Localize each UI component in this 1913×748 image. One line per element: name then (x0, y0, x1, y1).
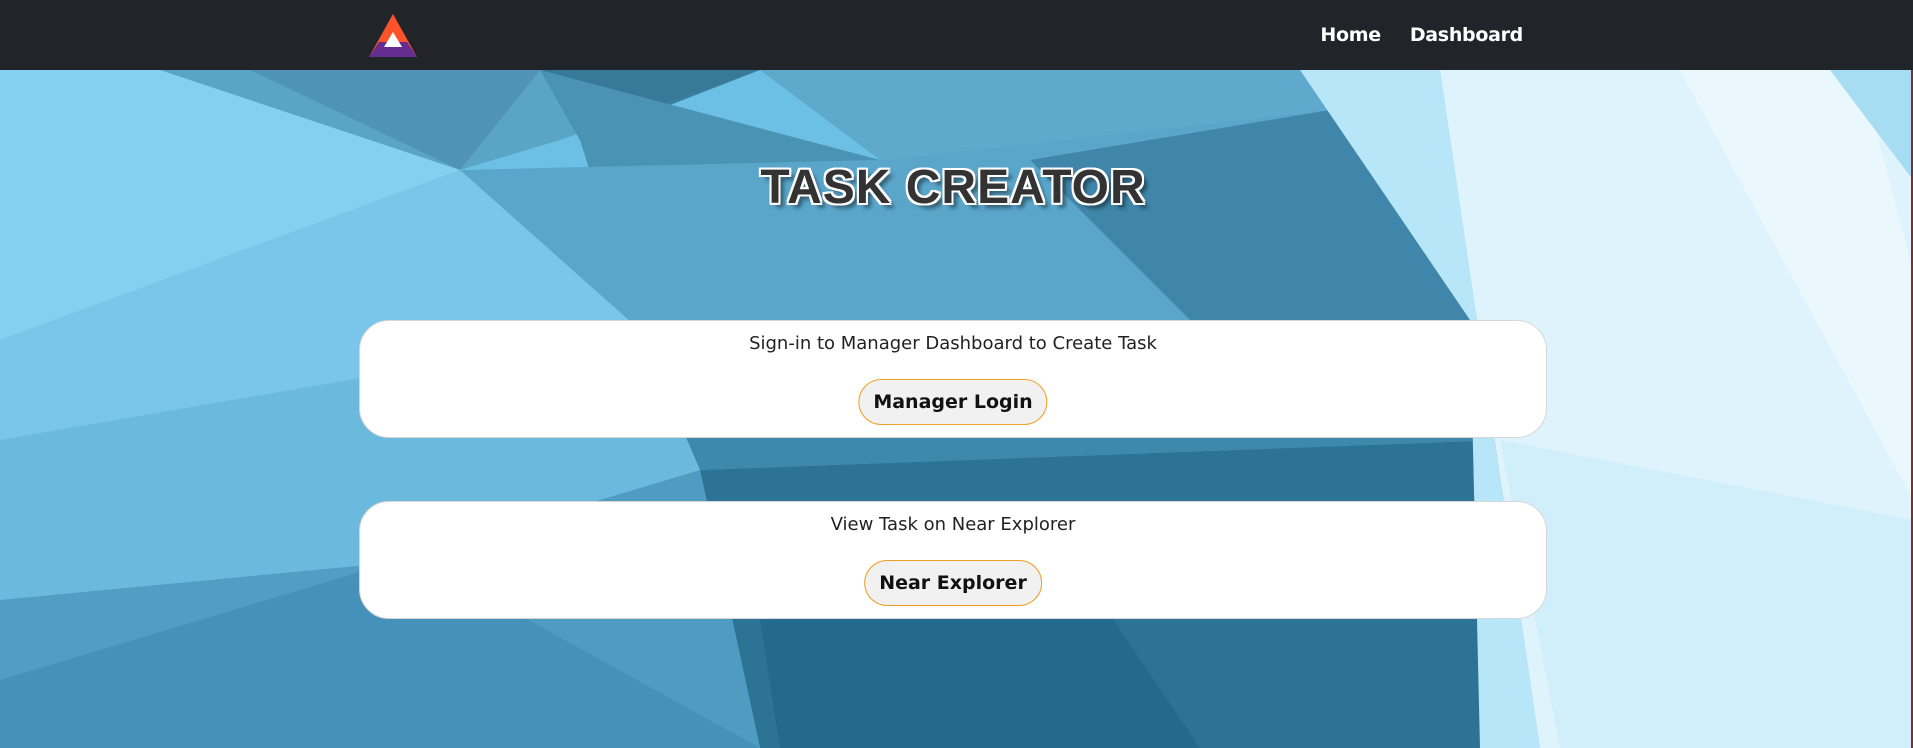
near-explorer-card: View Task on Near Explorer Near Explorer (359, 501, 1547, 619)
nav-link-dashboard[interactable]: Dashboard (1410, 24, 1523, 46)
nav-links: Home Dashboard (1320, 0, 1523, 70)
card-description: View Task on Near Explorer (830, 514, 1076, 535)
navbar: Home Dashboard (0, 0, 1913, 70)
manager-login-card: Sign-in to Manager Dashboard to Create T… (359, 320, 1547, 438)
manager-login-button[interactable]: Manager Login (858, 379, 1048, 425)
nav-link-home[interactable]: Home (1320, 24, 1381, 46)
near-explorer-button[interactable]: Near Explorer (864, 560, 1042, 606)
page-title: TASK CREATOR (760, 161, 1146, 214)
triangle-logo-icon[interactable] (369, 14, 417, 57)
card-description: Sign-in to Manager Dashboard to Create T… (749, 333, 1157, 354)
